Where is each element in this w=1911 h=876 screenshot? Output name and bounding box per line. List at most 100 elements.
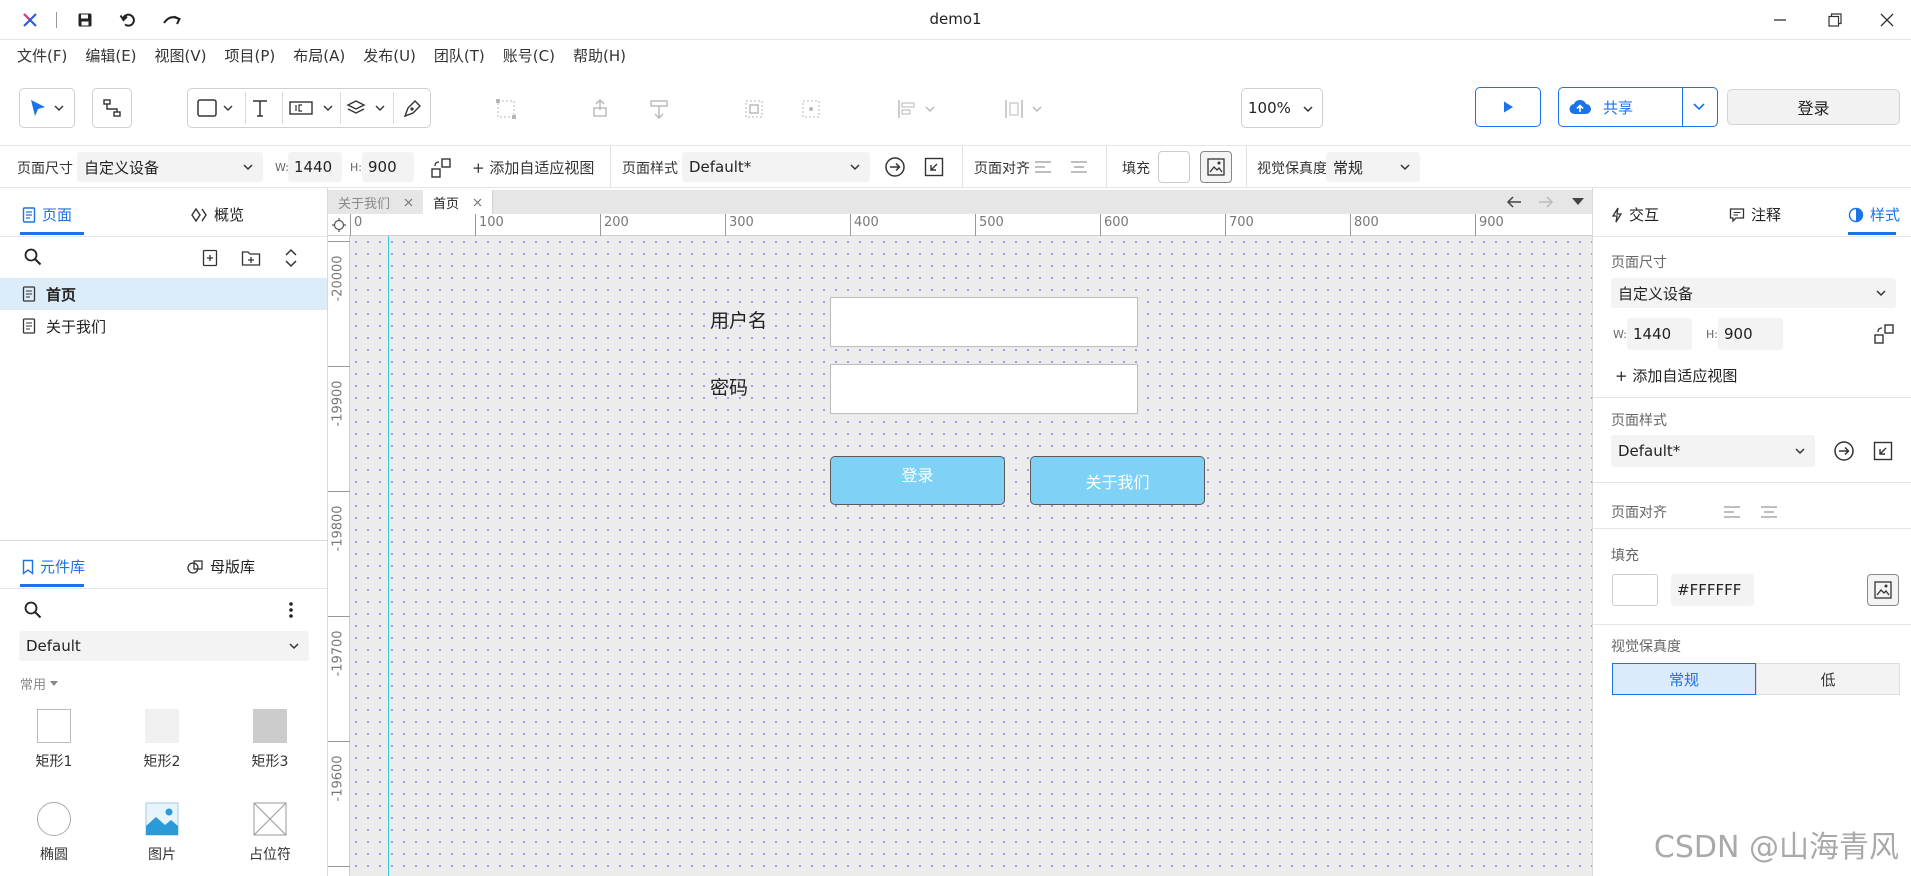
search-icon[interactable]: [24, 601, 42, 619]
component-rect3[interactable]: 矩形3: [225, 709, 315, 771]
category-toggle[interactable]: 常用: [20, 674, 59, 693]
align-icon[interactable]: [743, 98, 765, 120]
align-center-icon[interactable]: [1070, 160, 1088, 174]
align-left-icon[interactable]: [1034, 160, 1052, 174]
close-tab-icon[interactable]: [473, 198, 482, 207]
width-input[interactable]: 1440: [1627, 318, 1692, 350]
menu-view[interactable]: 视图(V): [155, 45, 207, 66]
page-item-about[interactable]: 关于我们: [0, 310, 327, 342]
tab-pages[interactable]: 页面: [22, 204, 72, 225]
expand-collapse-icon[interactable]: [284, 248, 298, 268]
add-folder-icon[interactable]: [241, 249, 261, 267]
text-tool-icon[interactable]: [250, 98, 270, 118]
pen-tool-icon[interactable]: [401, 98, 423, 118]
username-label[interactable]: 用户名: [710, 306, 767, 333]
menu-help[interactable]: 帮助(H): [573, 45, 626, 66]
arrow-left-icon[interactable]: [1506, 195, 1522, 209]
tab-overview[interactable]: 概览: [190, 204, 244, 225]
height-input[interactable]: 900: [362, 152, 414, 182]
menu-file[interactable]: 文件(F): [17, 45, 67, 66]
page-style-select[interactable]: Default*: [1611, 435, 1815, 467]
component-rect1[interactable]: 矩形1: [9, 709, 99, 771]
menu-publish[interactable]: 发布(U): [363, 45, 416, 66]
password-input[interactable]: [830, 364, 1138, 414]
component-ellipse[interactable]: 椭圆: [9, 802, 99, 864]
align-left-dropdown-icon[interactable]: [896, 98, 940, 120]
ruler-label: -20000: [330, 255, 346, 302]
search-icon[interactable]: [24, 248, 42, 266]
menu-account[interactable]: 账号(C): [503, 45, 555, 66]
doc-tab-home[interactable]: 首页: [423, 190, 494, 214]
share-button[interactable]: 共享: [1558, 87, 1718, 127]
zoom-select[interactable]: 100%: [1241, 88, 1323, 128]
manage-styles-icon[interactable]: [1873, 441, 1893, 461]
device-select[interactable]: 自定义设备: [77, 152, 263, 182]
distribute-dropdown-icon[interactable]: [1003, 98, 1047, 120]
height-input[interactable]: 900: [1718, 318, 1783, 350]
form-controls-tool-icon[interactable]: [288, 98, 336, 118]
bring-front-icon[interactable]: [589, 98, 611, 120]
align-left-icon[interactable]: [1723, 505, 1741, 519]
tab-list-dropdown-icon[interactable]: [1572, 198, 1584, 206]
tab-components[interactable]: 元件库: [22, 556, 85, 577]
distribute-icon[interactable]: [800, 98, 822, 120]
connector-tool-button[interactable]: [92, 88, 132, 128]
chevron-down-icon: [242, 161, 254, 173]
menu-project[interactable]: 项目(P): [225, 45, 276, 66]
tab-masters[interactable]: 母版库: [186, 556, 255, 577]
close-tab-icon[interactable]: [404, 198, 413, 207]
tab-style[interactable]: 样式: [1848, 204, 1900, 225]
fill-image-button[interactable]: [1200, 151, 1232, 183]
tab-interactions[interactable]: 交互: [1611, 204, 1659, 225]
width-input[interactable]: 1440: [288, 152, 342, 182]
component-image[interactable]: 图片: [117, 802, 207, 864]
manage-styles-icon[interactable]: [924, 157, 944, 177]
add-page-icon[interactable]: [202, 249, 218, 267]
username-input[interactable]: [830, 297, 1138, 347]
apply-style-icon[interactable]: [1833, 440, 1855, 462]
menu-team[interactable]: 团队(T): [434, 45, 485, 66]
layers-tool-icon[interactable]: [346, 98, 390, 118]
preview-button[interactable]: [1475, 87, 1541, 127]
fill-image-button[interactable]: [1867, 574, 1899, 606]
fill-hex-input[interactable]: #FFFFFF: [1671, 574, 1754, 606]
fidelity-low-button[interactable]: 低: [1756, 663, 1900, 695]
menu-layout[interactable]: 布局(A): [293, 45, 345, 66]
password-label[interactable]: 密码: [710, 373, 748, 400]
library-select[interactable]: Default: [19, 631, 309, 661]
about-button-widget[interactable]: 关于我们: [1030, 456, 1205, 505]
device-select[interactable]: 自定义设备: [1611, 278, 1896, 308]
component-placeholder[interactable]: 占位符: [225, 802, 315, 864]
fidelity-select[interactable]: 常规: [1326, 152, 1420, 182]
rectangle-tool-icon[interactable]: [196, 98, 236, 118]
send-back-icon[interactable]: [648, 98, 670, 120]
arrow-right-icon[interactable]: [1538, 195, 1554, 209]
swap-orientation-icon[interactable]: [430, 157, 452, 179]
select-tool-button[interactable]: [19, 88, 75, 128]
align-center-icon[interactable]: [1760, 505, 1778, 519]
guide-line[interactable]: [388, 236, 389, 876]
design-canvas[interactable]: 用户名 密码 登录 关于我们: [350, 236, 1592, 876]
tab-notes[interactable]: 注释: [1729, 204, 1781, 225]
restore-icon[interactable]: [1825, 10, 1845, 30]
component-rect2[interactable]: 矩形2: [117, 709, 207, 771]
fidelity-normal-button[interactable]: 常规: [1612, 663, 1756, 695]
minimize-icon[interactable]: [1770, 10, 1790, 30]
page-item-home[interactable]: 首页: [0, 278, 327, 310]
login-button-widget[interactable]: 登录: [830, 456, 1005, 505]
add-adaptive-view-link[interactable]: + 添加自适应视图: [472, 157, 594, 178]
fill-color-swatch[interactable]: [1158, 151, 1190, 183]
page-style-select[interactable]: Default*: [682, 152, 870, 182]
swap-orientation-icon[interactable]: [1873, 323, 1895, 345]
ruler-origin-icon[interactable]: [332, 218, 346, 232]
menu-edit[interactable]: 编辑(E): [85, 45, 136, 66]
add-adaptive-view-link[interactable]: + 添加自适应视图: [1615, 365, 1737, 386]
doc-tab-about[interactable]: 关于我们: [328, 190, 425, 214]
login-button[interactable]: 登录: [1727, 89, 1900, 125]
apply-style-icon[interactable]: [884, 156, 906, 178]
group-icon[interactable]: [495, 98, 517, 120]
fill-color-swatch[interactable]: [1612, 574, 1658, 606]
chevron-down-icon[interactable]: [1692, 101, 1706, 113]
more-options-icon[interactable]: [288, 601, 294, 619]
close-icon[interactable]: [1877, 10, 1897, 30]
